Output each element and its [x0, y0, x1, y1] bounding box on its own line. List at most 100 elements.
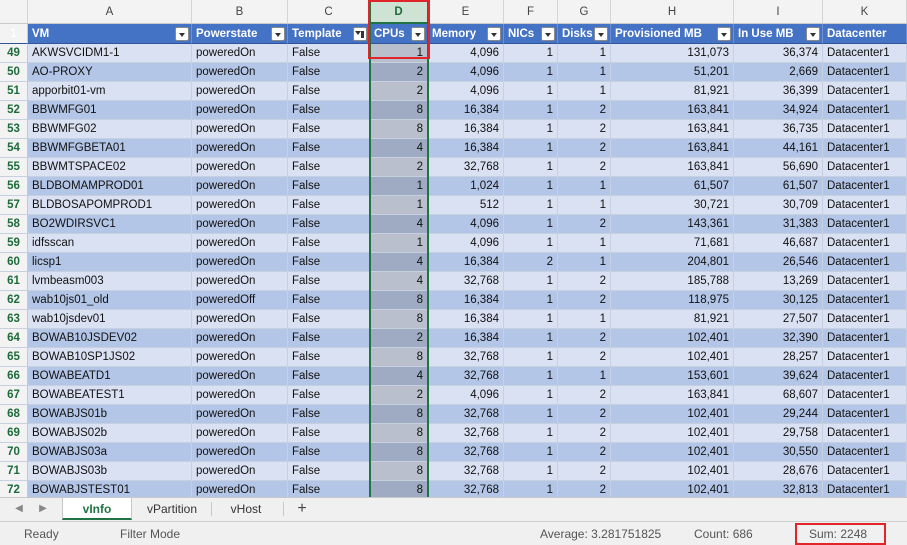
cell-in-use-mb[interactable]: 61,507: [734, 177, 823, 196]
cell-datacenter[interactable]: Datacenter1: [823, 272, 907, 291]
cell-memory[interactable]: 512: [428, 196, 504, 215]
cell-in-use-mb[interactable]: 30,125: [734, 291, 823, 310]
cell-template[interactable]: False: [288, 139, 370, 158]
cell-vm[interactable]: BOWABJS01b: [28, 405, 192, 424]
cell-cpus[interactable]: 8: [370, 291, 428, 310]
row-number[interactable]: 51: [0, 82, 28, 101]
cell-in-use-mb[interactable]: 68,607: [734, 386, 823, 405]
cell-powerstate[interactable]: poweredOn: [192, 158, 288, 177]
cell-template[interactable]: False: [288, 291, 370, 310]
cell-memory[interactable]: 16,384: [428, 253, 504, 272]
cell-datacenter[interactable]: Datacenter1: [823, 443, 907, 462]
column-letter-5[interactable]: F: [504, 0, 558, 24]
cell-nics[interactable]: 1: [504, 139, 558, 158]
cell-nics[interactable]: 1: [504, 44, 558, 63]
add-sheet-button[interactable]: +: [290, 498, 314, 520]
cell-nics[interactable]: 1: [504, 405, 558, 424]
cell-provisioned-mb[interactable]: 163,841: [611, 158, 734, 177]
cell-nics[interactable]: 1: [504, 367, 558, 386]
cell-datacenter[interactable]: Datacenter1: [823, 348, 907, 367]
cell-provisioned-mb[interactable]: 131,073: [611, 44, 734, 63]
cell-datacenter[interactable]: Datacenter1: [823, 101, 907, 120]
cell-memory[interactable]: 4,096: [428, 82, 504, 101]
row-number[interactable]: 62: [0, 291, 28, 310]
cell-memory[interactable]: 16,384: [428, 139, 504, 158]
cell-datacenter[interactable]: Datacenter1: [823, 367, 907, 386]
cell-vm[interactable]: lvmbeasm003: [28, 272, 192, 291]
cell-vm[interactable]: BBWMFG02: [28, 120, 192, 139]
cell-disks[interactable]: 2: [558, 329, 611, 348]
cell-provisioned-mb[interactable]: 30,721: [611, 196, 734, 215]
cell-datacenter[interactable]: Datacenter1: [823, 481, 907, 497]
row-number[interactable]: 57: [0, 196, 28, 215]
cell-cpus[interactable]: 8: [370, 310, 428, 329]
tab-vinfo[interactable]: vInfo: [62, 498, 132, 520]
cell-cpus[interactable]: 8: [370, 120, 428, 139]
cell-powerstate[interactable]: poweredOff: [192, 291, 288, 310]
cell-disks[interactable]: 2: [558, 139, 611, 158]
cell-cpus[interactable]: 4: [370, 272, 428, 291]
cell-datacenter[interactable]: Datacenter1: [823, 215, 907, 234]
cell-powerstate[interactable]: poweredOn: [192, 177, 288, 196]
cell-vm[interactable]: idfsscan: [28, 234, 192, 253]
column-letter-8[interactable]: I: [734, 0, 823, 24]
tab-vpartition[interactable]: vPartition: [136, 498, 208, 520]
cell-vm[interactable]: BLDBOSAPOMPROD1: [28, 196, 192, 215]
cell-provisioned-mb[interactable]: 118,975: [611, 291, 734, 310]
cell-provisioned-mb[interactable]: 102,401: [611, 443, 734, 462]
cell-powerstate[interactable]: poweredOn: [192, 386, 288, 405]
cell-powerstate[interactable]: poweredOn: [192, 329, 288, 348]
filter-active-dropdown-icon[interactable]: [353, 27, 367, 41]
cell-nics[interactable]: 1: [504, 462, 558, 481]
spreadsheet-grid[interactable]: ABCDEFGHIK 1 VM Powerstate Template CPUs Mem…: [0, 0, 907, 497]
row-number[interactable]: 68: [0, 405, 28, 424]
cell-in-use-mb[interactable]: 13,269: [734, 272, 823, 291]
cell-powerstate[interactable]: poweredOn: [192, 196, 288, 215]
cell-in-use-mb[interactable]: 26,546: [734, 253, 823, 272]
cell-disks[interactable]: 1: [558, 44, 611, 63]
cell-memory[interactable]: 4,096: [428, 44, 504, 63]
cell-vm[interactable]: BOWABJS02b: [28, 424, 192, 443]
cell-powerstate[interactable]: poweredOn: [192, 101, 288, 120]
column-letter-6[interactable]: G: [558, 0, 611, 24]
cell-in-use-mb[interactable]: 29,244: [734, 405, 823, 424]
cell-cpus[interactable]: 8: [370, 443, 428, 462]
column-letter-7[interactable]: H: [611, 0, 734, 24]
cell-disks[interactable]: 2: [558, 386, 611, 405]
cell-datacenter[interactable]: Datacenter1: [823, 291, 907, 310]
row-number[interactable]: 60: [0, 253, 28, 272]
cell-vm[interactable]: wab10jsdev01: [28, 310, 192, 329]
cell-in-use-mb[interactable]: 56,690: [734, 158, 823, 177]
cell-vm[interactable]: BOWABEATD1: [28, 367, 192, 386]
cell-nics[interactable]: 1: [504, 177, 558, 196]
cell-disks[interactable]: 2: [558, 158, 611, 177]
cell-template[interactable]: False: [288, 443, 370, 462]
cell-memory[interactable]: 32,768: [428, 424, 504, 443]
cell-powerstate[interactable]: poweredOn: [192, 253, 288, 272]
cell-template[interactable]: False: [288, 63, 370, 82]
cell-powerstate[interactable]: poweredOn: [192, 234, 288, 253]
cell-disks[interactable]: 2: [558, 215, 611, 234]
cell-nics[interactable]: 1: [504, 234, 558, 253]
cell-cpus[interactable]: 2: [370, 63, 428, 82]
cell-nics[interactable]: 1: [504, 481, 558, 497]
cell-cpus[interactable]: 1: [370, 234, 428, 253]
cell-disks[interactable]: 2: [558, 101, 611, 120]
cell-disks[interactable]: 2: [558, 272, 611, 291]
row-number[interactable]: 71: [0, 462, 28, 481]
column-letter-9[interactable]: K: [823, 0, 907, 24]
cell-disks[interactable]: 2: [558, 348, 611, 367]
cell-provisioned-mb[interactable]: 102,401: [611, 462, 734, 481]
row-number[interactable]: 69: [0, 424, 28, 443]
cell-in-use-mb[interactable]: 36,399: [734, 82, 823, 101]
cell-template[interactable]: False: [288, 120, 370, 139]
cell-provisioned-mb[interactable]: 71,681: [611, 234, 734, 253]
cell-template[interactable]: False: [288, 386, 370, 405]
cell-datacenter[interactable]: Datacenter1: [823, 253, 907, 272]
cell-in-use-mb[interactable]: 27,507: [734, 310, 823, 329]
row-number[interactable]: 67: [0, 386, 28, 405]
cell-disks[interactable]: 1: [558, 234, 611, 253]
cell-template[interactable]: False: [288, 196, 370, 215]
cell-template[interactable]: False: [288, 405, 370, 424]
cell-powerstate[interactable]: poweredOn: [192, 120, 288, 139]
